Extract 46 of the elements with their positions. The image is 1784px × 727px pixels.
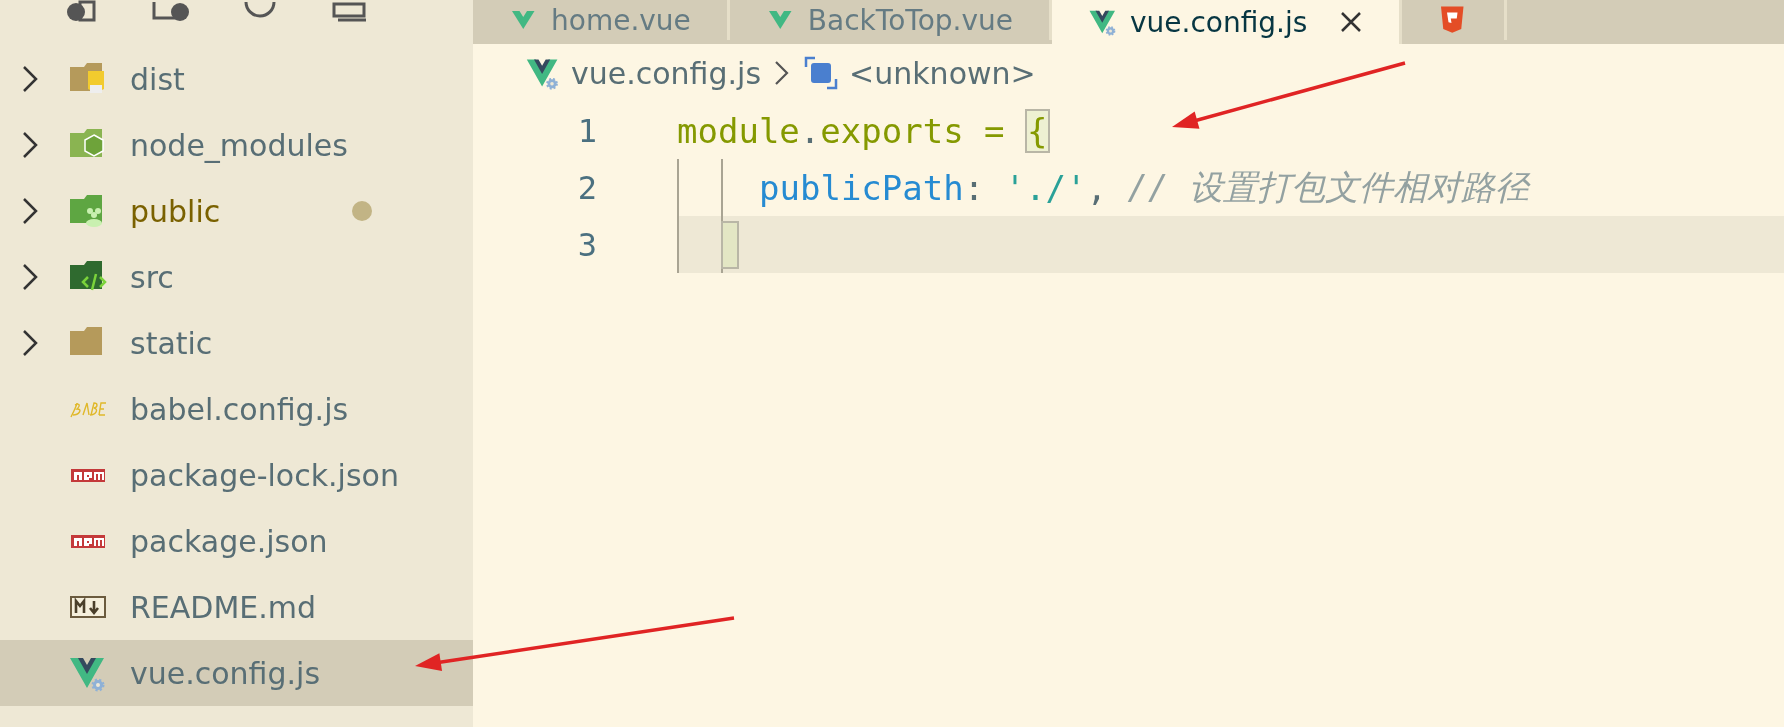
file-name: node_modules bbox=[130, 127, 348, 163]
code-token: : bbox=[963, 167, 986, 208]
code-token: { bbox=[1025, 108, 1050, 153]
new-folder-icon[interactable] bbox=[152, 0, 190, 22]
explorer-item[interactable]: README.md bbox=[0, 574, 473, 640]
explorer-item[interactable]: src bbox=[0, 244, 473, 310]
code-token: publicPath bbox=[759, 167, 964, 208]
close-icon[interactable] bbox=[1339, 10, 1364, 34]
code-token: exports bbox=[820, 110, 964, 151]
file-name: package.json bbox=[130, 523, 328, 559]
npm-logo-icon bbox=[69, 466, 107, 484]
code-token: . bbox=[799, 110, 821, 151]
file-name: src bbox=[130, 259, 174, 295]
explorer-item[interactable]: dist bbox=[0, 46, 473, 112]
file-name: vue.config.js bbox=[130, 655, 321, 691]
cube-icon bbox=[803, 55, 840, 91]
bracket-highlight bbox=[721, 220, 739, 269]
file-name: static bbox=[130, 325, 213, 361]
file-name: public bbox=[130, 193, 221, 229]
explorer-item[interactable]: node_modules bbox=[0, 112, 473, 178]
code-token: // 设置打包文件相对路径 bbox=[1127, 165, 1529, 209]
babel-logo-icon bbox=[69, 399, 107, 419]
code-token: './' bbox=[1004, 167, 1087, 208]
line-number: 3 bbox=[576, 225, 597, 264]
code-token: module bbox=[677, 110, 800, 151]
editor-tab[interactable]: home.vue bbox=[473, 0, 730, 40]
explorer-item[interactable]: vue.config.js bbox=[0, 640, 473, 706]
breadcrumb-item[interactable]: <unknown> bbox=[849, 55, 1036, 91]
file-name: README.md bbox=[130, 589, 317, 625]
file-name: babel.config.js bbox=[130, 391, 349, 427]
markdown-icon bbox=[69, 595, 107, 619]
explorer-item[interactable]: public bbox=[0, 178, 473, 244]
file-name: package-lock.json bbox=[130, 457, 399, 493]
code-token: = bbox=[983, 110, 1006, 151]
line-number: 2 bbox=[576, 168, 597, 207]
explorer-item[interactable]: package.json bbox=[0, 508, 473, 574]
explorer-item[interactable]: static bbox=[0, 310, 473, 376]
file-name: dist bbox=[130, 61, 185, 97]
explorer-item[interactable]: babel.config.js bbox=[0, 376, 473, 442]
explorer-item[interactable]: package-lock.json bbox=[0, 442, 473, 508]
breadcrumb-item[interactable]: vue.config.js bbox=[571, 55, 762, 91]
npm-logo-icon bbox=[69, 532, 107, 550]
line-number: 1 bbox=[576, 111, 597, 150]
code-token: , bbox=[1086, 167, 1109, 208]
editor-tab[interactable]: vue.config.js bbox=[1052, 0, 1403, 44]
modified-dot bbox=[352, 201, 372, 221]
